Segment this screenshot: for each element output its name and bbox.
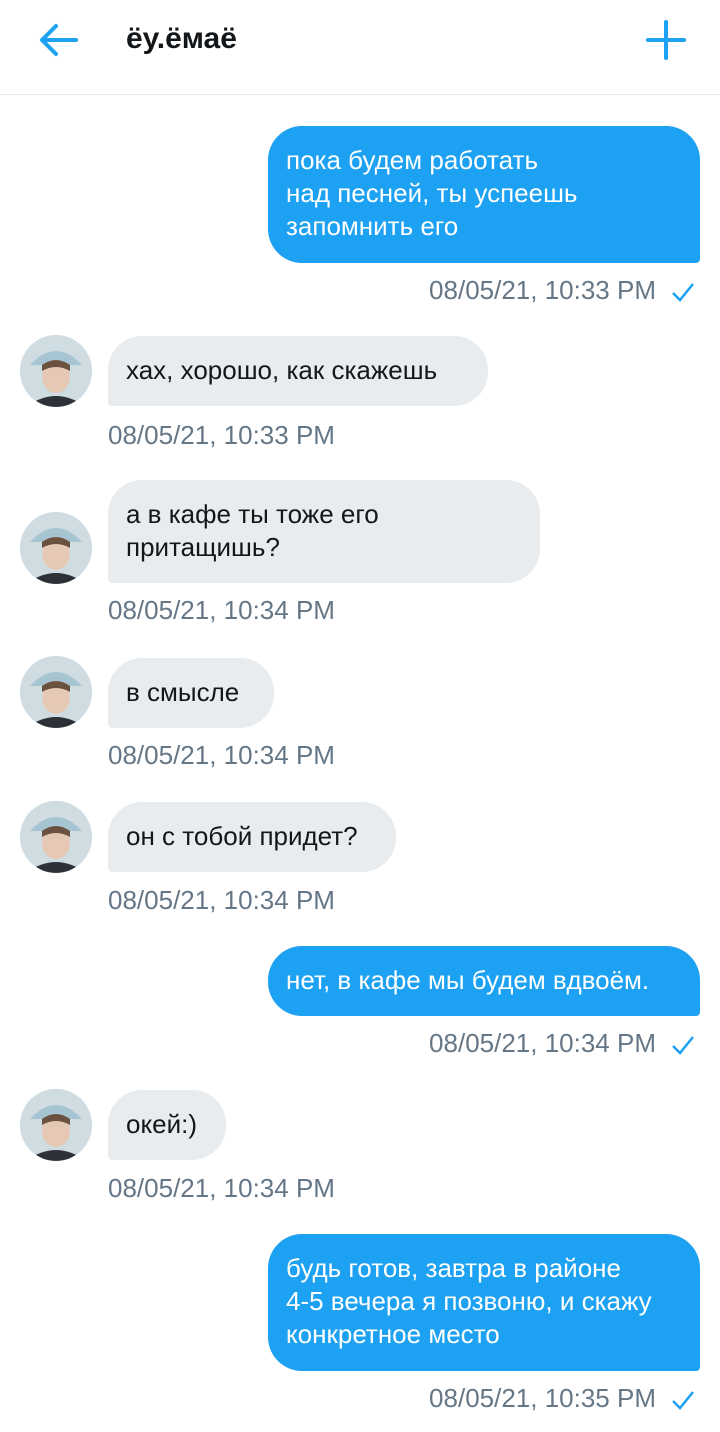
- message-bubble-incoming[interactable]: в смысле: [108, 658, 274, 728]
- message-timestamp: 08/05/21, 10:33 PM: [429, 275, 656, 305]
- avatar[interactable]: [20, 801, 92, 873]
- message-timestamp: 08/05/21, 10:34 PM: [108, 740, 335, 770]
- message-bubble-outgoing[interactable]: пока будем работать над песней, ты успее…: [268, 126, 700, 263]
- avatar[interactable]: [20, 1089, 92, 1161]
- message-timestamp: 08/05/21, 10:34 PM: [108, 1173, 335, 1203]
- avatar[interactable]: [20, 656, 92, 728]
- message-bubble-outgoing[interactable]: будь готов, завтра в районе 4-5 вечера я…: [268, 1234, 700, 1371]
- avatar[interactable]: [20, 335, 92, 407]
- message-bubble-incoming[interactable]: хах, хорошо, как скажешь: [108, 336, 488, 406]
- message-bubble-incoming[interactable]: окей:): [108, 1090, 226, 1160]
- sent-check-icon: [672, 1036, 694, 1055]
- message-timestamp: 08/05/21, 10:34 PM: [108, 885, 335, 915]
- message-bubble-outgoing[interactable]: нет, в кафе мы будем вдвоём.: [268, 946, 700, 1016]
- message-bubble-incoming[interactable]: а в кафе ты тоже его притащишь?: [108, 480, 540, 583]
- message-timestamp: 08/05/21, 10:35 PM: [429, 1383, 656, 1413]
- message-timestamp: 08/05/21, 10:33 PM: [108, 420, 335, 450]
- sent-check-icon: [672, 283, 694, 302]
- arrow-left-icon[interactable]: [36, 20, 80, 60]
- avatar[interactable]: [20, 512, 92, 584]
- sent-check-icon: [672, 1391, 694, 1410]
- message-bubble-incoming[interactable]: он с тобой придет?: [108, 802, 396, 872]
- plus-icon[interactable]: [644, 18, 688, 62]
- message-timestamp: 08/05/21, 10:34 PM: [108, 595, 335, 625]
- conversation-header: ёу.ёмаё: [0, 0, 720, 95]
- conversation-title: ёу.ёмаё: [126, 22, 237, 55]
- message-timestamp: 08/05/21, 10:34 PM: [429, 1028, 656, 1058]
